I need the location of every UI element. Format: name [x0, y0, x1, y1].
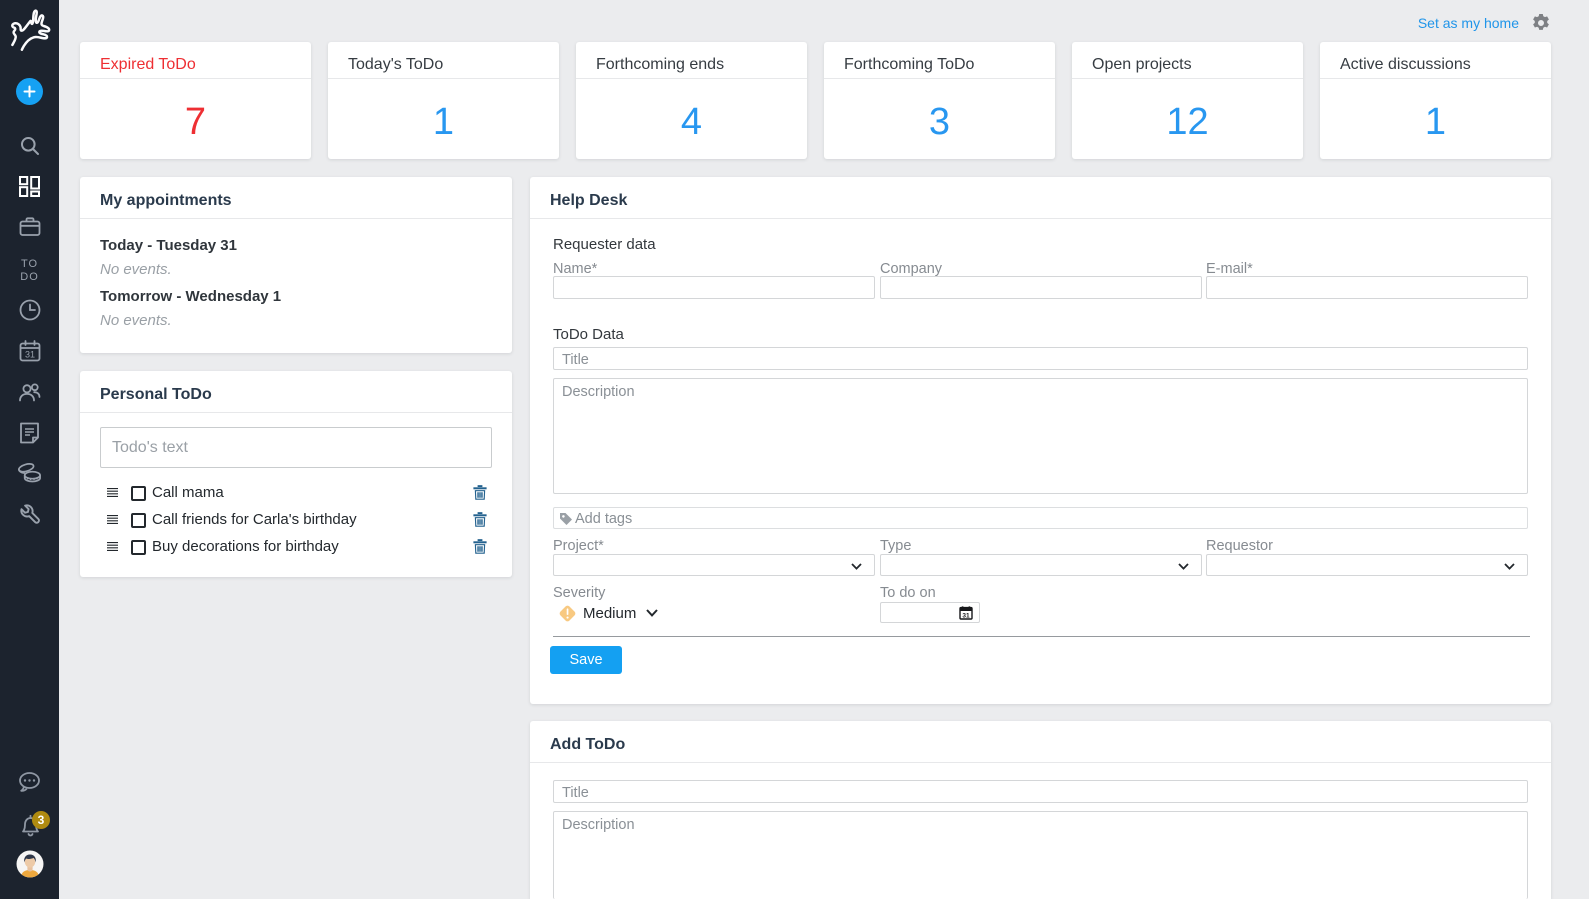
svg-text:3: 3: [37, 813, 44, 827]
svg-text:31: 31: [24, 350, 34, 360]
svg-text:31: 31: [962, 612, 970, 619]
